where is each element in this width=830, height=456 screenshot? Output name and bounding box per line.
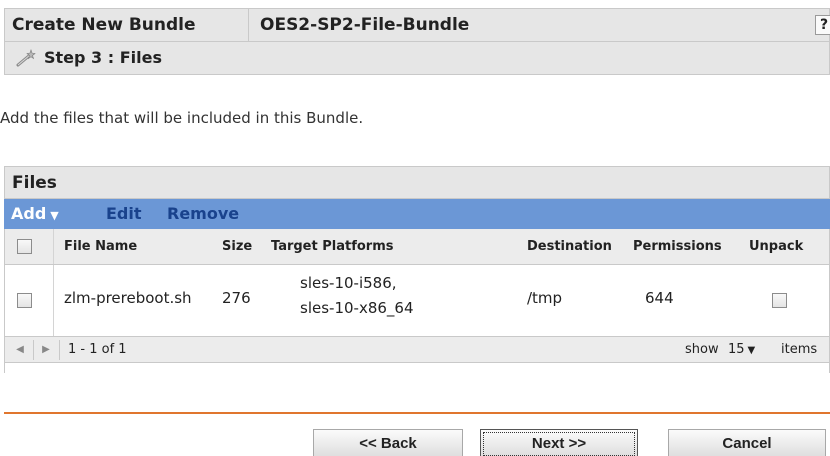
add-label: Add [11, 204, 47, 223]
header-title-row: Create New Bundle OES2-SP2-File-Bundle ? [5, 9, 830, 42]
files-toolbar: Add ▼ Edit Remove [4, 199, 830, 229]
back-button[interactable]: << Back [313, 429, 463, 456]
chevron-down-icon: ▼ [747, 345, 756, 356]
next-page-icon[interactable]: ▶ [37, 341, 55, 359]
unpack-checkbox[interactable] [772, 293, 787, 308]
previous-page-icon[interactable]: ◀ [11, 341, 29, 359]
files-panel: Files Add ▼ Edit Remove File Name Size Ta… [4, 166, 830, 400]
pager-divider [33, 340, 34, 360]
table-row[interactable]: zlm-prereboot.sh 276 sles-10-i586, sles-… [5, 265, 829, 337]
column-header-size[interactable]: Size [222, 229, 252, 265]
next-button[interactable]: Next >> [480, 429, 638, 456]
remove-button[interactable]: Remove [167, 199, 239, 229]
row-select-checkbox[interactable] [17, 293, 32, 308]
help-button[interactable]: ? [815, 15, 830, 35]
pager-range: 1 - 1 of 1 [68, 342, 127, 357]
column-divider [53, 265, 54, 336]
column-header-unpack[interactable]: Unpack [749, 229, 803, 265]
wand-icon [16, 49, 36, 67]
column-header-target-platforms[interactable]: Target Platforms [271, 229, 394, 265]
table-header: File Name Size Target Platforms Destinat… [5, 229, 829, 265]
platform-cell-line-2: sles-10-x86_64 [300, 299, 414, 317]
page-size-value: 15 [728, 342, 745, 357]
column-divider [53, 229, 54, 264]
cancel-button[interactable]: Cancel [668, 429, 826, 456]
column-header-permissions[interactable]: Permissions [633, 229, 722, 265]
column-header-destination[interactable]: Destination [527, 229, 612, 265]
bundle-header: Create New Bundle OES2-SP2-File-Bundle ?… [4, 8, 830, 75]
header-title-label: Create New Bundle [5, 9, 249, 41]
intro-text: Add the files that will be included in t… [0, 109, 364, 127]
pager-items-label: items [781, 342, 818, 357]
table-pager: ◀ ▶ 1 - 1 of 1 show 15 ▼ items [5, 337, 829, 363]
file-name-cell: zlm-prereboot.sh [64, 289, 192, 307]
bundle-name: OES2-SP2-File-Bundle [260, 15, 470, 35]
edit-button[interactable]: Edit [106, 199, 142, 229]
platform-cell-line-1: sles-10-i586, [300, 274, 397, 292]
pager-divider [59, 340, 60, 360]
permissions-cell: 644 [645, 289, 674, 307]
pager-show-label: show [685, 342, 719, 357]
select-all-checkbox[interactable] [17, 239, 32, 254]
destination-cell: /tmp [527, 289, 563, 307]
step-row: Step 3 : Files [5, 42, 829, 74]
chevron-down-icon: ▼ [50, 209, 59, 222]
footer-divider [4, 412, 830, 414]
files-panel-title: Files [4, 166, 830, 199]
page-size-select[interactable]: 15 ▼ [728, 337, 755, 364]
files-table: File Name Size Target Platforms Destinat… [4, 229, 830, 373]
add-menu-button[interactable]: Add ▼ [11, 199, 59, 231]
column-header-file-name[interactable]: File Name [64, 229, 137, 265]
size-cell: 276 [222, 289, 251, 307]
step-label: Step 3 : Files [44, 48, 162, 67]
